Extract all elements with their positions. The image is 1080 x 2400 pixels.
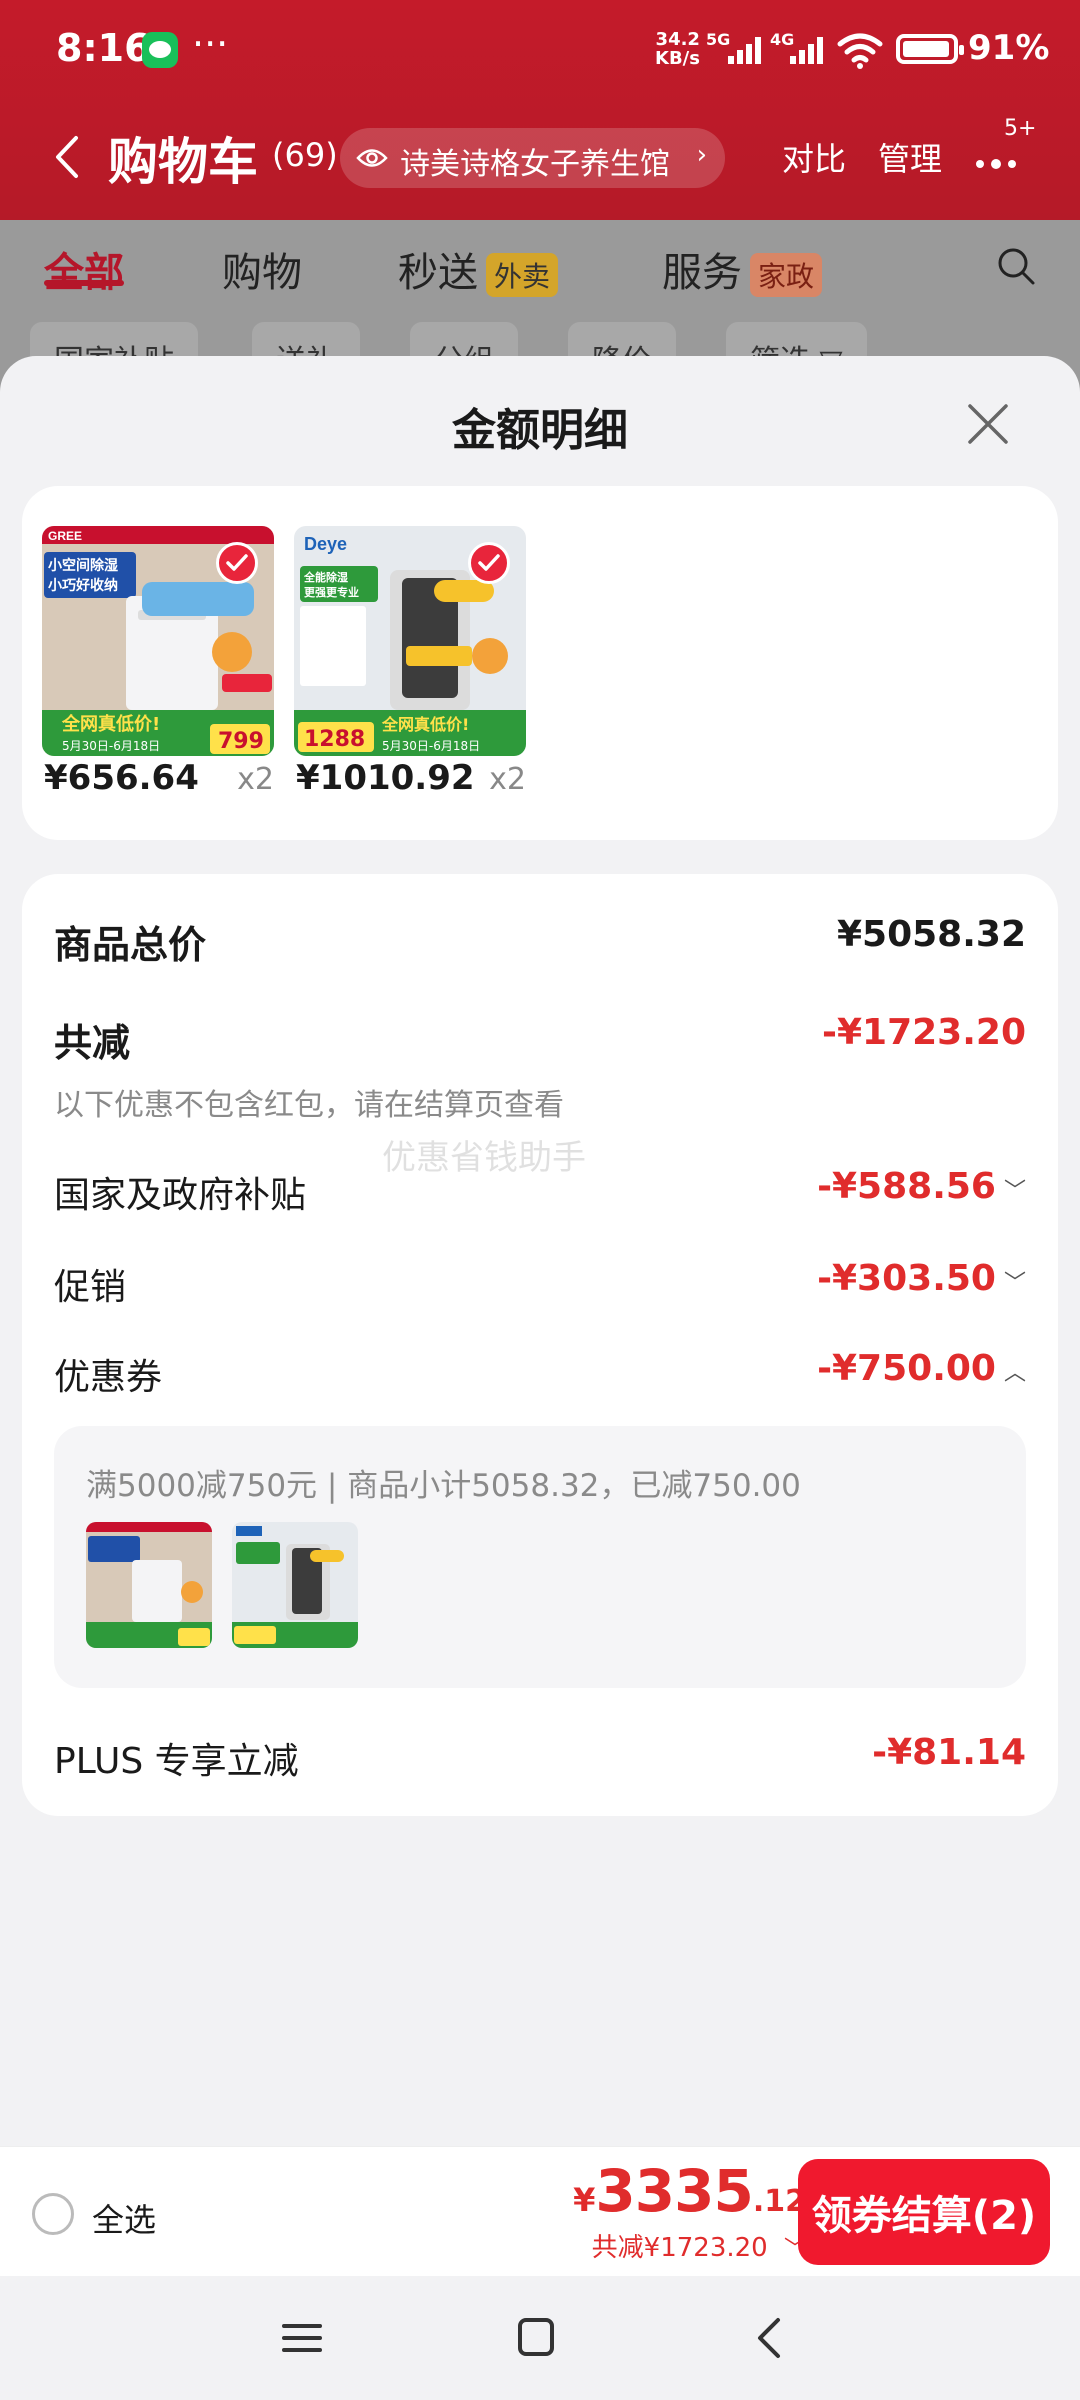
total-reduce-value: -¥1723.20 — [822, 1012, 1026, 1053]
cart-count: (69) — [272, 136, 338, 174]
product-brand: GREE — [48, 529, 82, 543]
battery-icon — [896, 34, 964, 64]
back-icon[interactable] — [50, 132, 84, 182]
total-price-value: ¥5058.32 — [836, 914, 1026, 955]
store-pill[interactable]: 诗美诗格女子养生馆 › — [340, 128, 725, 188]
product-price: ¥656.64 — [44, 758, 199, 798]
tab-shopping[interactable]: 购物 — [222, 240, 302, 298]
select-all-label[interactable]: 全选 — [92, 2195, 156, 2241]
product-deal-dates: 5月30日-6月18日 — [62, 739, 160, 753]
signal-bars-icon — [790, 34, 830, 64]
product-image[interactable]: GREE 小空间除湿 小巧好收纳 全网真低价! 5月30日-6月18日 799 — [42, 526, 274, 756]
checkmark-icon — [216, 542, 258, 584]
checkout-button[interactable]: 领券结算(2) — [798, 2159, 1050, 2265]
coupon-label: 优惠券 — [54, 1357, 163, 1398]
network-speed: 34.2 KB/s — [655, 30, 700, 68]
back-nav-icon[interactable] — [740, 2312, 800, 2364]
total-discount-text: 共减¥1723.20 — [591, 2233, 768, 2263]
chevron-down-icon: ﹀ — [1003, 1179, 1026, 1204]
store-name: 诗美诗格女子养生馆 — [400, 147, 670, 182]
products-card: GREE 小空间除湿 小巧好收纳 全网真低价! 5月30日-6月18日 799 — [22, 486, 1058, 840]
total-discount-toggle[interactable]: 共减¥1723.20 ﹀ — [592, 2227, 806, 2264]
battery-percent: 91% — [968, 28, 1050, 68]
product-tag-price: 799 — [218, 729, 264, 754]
chevron-down-icon: ﹀ — [1003, 1271, 1026, 1296]
menu-icon[interactable] — [272, 2312, 332, 2364]
product-price: ¥1010.92 — [296, 758, 475, 798]
system-nav-bar — [0, 2276, 1080, 2400]
promotion-value: -¥303.50 — [817, 1258, 996, 1299]
status-more-icon: ··· — [192, 22, 229, 66]
signal-5g-label: 5G — [706, 30, 731, 49]
promotion-row[interactable]: -¥303.50 ﹀ — [817, 1258, 1026, 1299]
currency-symbol: ¥ — [573, 2181, 596, 2219]
product-image[interactable]: Deye 全能除湿 更强更专业 全网真低价! 5月30日-6月18日 1288 — [294, 526, 526, 756]
network-speed-unit: KB/s — [655, 48, 700, 69]
coupon-product-thumb — [86, 1522, 212, 1648]
product-image-line: 小巧好收纳 — [48, 577, 118, 594]
tab-service-label: 服务 — [662, 250, 742, 296]
network-speed-value: 34.2 — [655, 29, 700, 50]
gov-subsidy-row[interactable]: -¥588.56 ﹀ — [817, 1166, 1026, 1207]
home-icon[interactable] — [506, 2312, 566, 2364]
product-image-line: 小空间除湿 — [48, 557, 118, 574]
total-price-integer: 3335 — [595, 2157, 753, 2225]
close-icon[interactable] — [966, 402, 1010, 446]
product-image-line: 全能除湿 — [303, 570, 348, 584]
tab-active-indicator — [44, 280, 124, 286]
gov-subsidy-value: -¥588.56 — [817, 1166, 996, 1207]
total-payable: ¥3335.12 — [573, 2157, 806, 2225]
status-time: 8:16 — [56, 26, 151, 70]
coupon-detail-box: 满5000减750元 | 商品小计5058.32，已减750.00 — [54, 1426, 1026, 1688]
manage-button[interactable]: 管理 — [878, 134, 942, 180]
coupon-product-thumb — [232, 1522, 358, 1648]
sheet-title: 金额明细 — [452, 405, 628, 456]
total-reduce-label: 共减 — [54, 1021, 131, 1065]
coupon-rule-text: 满5000减750元 | 商品小计5058.32，已减750.00 — [86, 1468, 801, 1504]
tab-service-badge: 家政 — [750, 253, 823, 297]
watermark-text: 优惠省钱助手 — [382, 1138, 586, 1178]
chevron-right-icon: › — [696, 140, 707, 170]
coupon-row[interactable]: -¥750.00 ︿ — [817, 1348, 1026, 1389]
more-badge: 5+ — [1004, 116, 1037, 141]
tab-service[interactable]: 服务 家政 — [662, 240, 823, 298]
amount-detail-sheet: 金额明细 GREE 小空间除湿 小巧好收纳 全网真低价! 5月30日-6月18日… — [0, 356, 1080, 2400]
product-item[interactable]: Deye 全能除湿 更强更专业 全网真低价! 5月30日-6月18日 1288 — [294, 526, 526, 798]
compare-button[interactable]: 对比 — [782, 134, 846, 180]
total-price-label: 商品总价 — [54, 923, 207, 967]
product-quantity: x2 — [489, 762, 526, 797]
wechat-icon — [142, 32, 178, 68]
product-image-line: 更强更专业 — [304, 585, 359, 599]
status-bar: 8:16 ··· 34.2 KB/s 5G 4G 91% — [0, 0, 1080, 100]
product-deal-dates: 5月30日-6月18日 — [382, 739, 480, 753]
tab-instant-label: 秒送 — [398, 250, 478, 296]
eye-icon — [356, 149, 388, 167]
product-deal-text: 全网真低价! — [61, 713, 160, 735]
wifi-icon — [837, 33, 883, 69]
product-deal-text: 全网真低价! — [381, 715, 469, 734]
signal-bars-icon — [728, 34, 768, 64]
product-brand: Deye — [304, 534, 347, 554]
product-tag-price: 1288 — [304, 727, 365, 752]
checkout-bar: 全选 ¥3335.12 共减¥1723.20 ﹀ 领券结算(2) — [0, 2146, 1080, 2276]
tab-instant[interactable]: 秒送 外卖 — [398, 240, 559, 298]
gov-subsidy-label: 国家及政府补贴 — [54, 1175, 307, 1216]
plus-discount-value: -¥81.14 — [872, 1732, 1026, 1773]
cart-nav-bar: 购物车 (69) 诗美诗格女子养生馆 › 对比 管理 5+ — [0, 110, 1080, 200]
tab-all[interactable]: 全部 — [44, 240, 124, 298]
checkmark-icon — [468, 542, 510, 584]
select-all-checkbox[interactable] — [32, 2193, 74, 2235]
search-icon[interactable] — [996, 246, 1036, 286]
discount-hint: 以下优惠不包含红包，请在结算页查看 — [54, 1088, 564, 1123]
tab-instant-badge: 外卖 — [486, 253, 559, 297]
product-item[interactable]: GREE 小空间除湿 小巧好收纳 全网真低价! 5月30日-6月18日 799 — [42, 526, 274, 798]
more-icon[interactable] — [972, 144, 1032, 174]
page-title: 购物车 — [108, 133, 258, 191]
amount-detail-card: 商品总价 ¥5058.32 共减 -¥1723.20 以下优惠不包含红包，请在结… — [22, 874, 1058, 1816]
plus-discount-label: PLUS 专享立减 — [54, 1741, 299, 1782]
product-quantity: x2 — [237, 762, 274, 797]
chevron-up-icon: ︿ — [1003, 1361, 1026, 1386]
promotion-label: 促销 — [54, 1267, 127, 1308]
coupon-value: -¥750.00 — [817, 1348, 996, 1389]
